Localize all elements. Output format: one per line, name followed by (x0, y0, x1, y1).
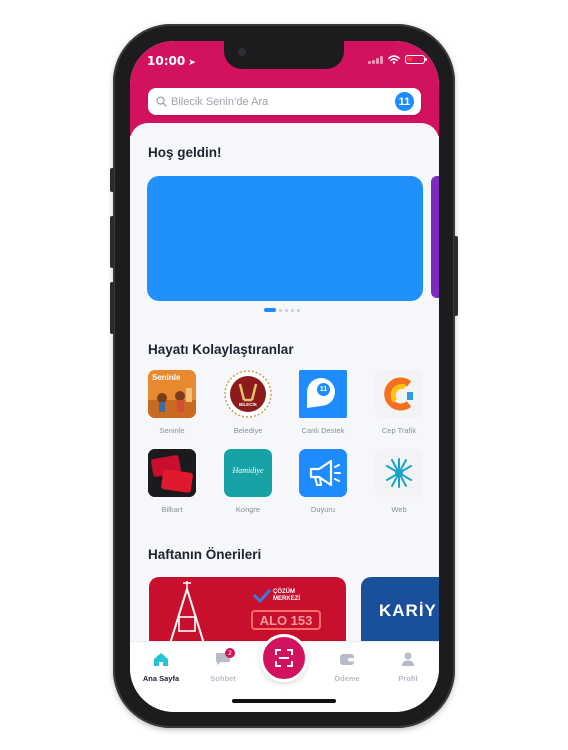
home-icon (154, 652, 168, 666)
suggestions-title: Haftanın Önerileri (148, 547, 262, 562)
quick-item-label: Belediye (233, 426, 263, 435)
volume-up-button (110, 216, 114, 268)
volume-down-button (110, 282, 114, 334)
canli-destek-tile-text: 11 (317, 383, 330, 396)
sohbet-badge: 2 (225, 648, 235, 658)
mute-switch (110, 168, 114, 192)
quick-item-duyuru[interactable]: Duyuru (293, 449, 353, 514)
bilkart-card-icon (148, 449, 196, 497)
home-content: Hoş geldin! Hayatı Kolaylaştıranlar Seni… (130, 123, 439, 667)
belediye-tile: BİLECİK (224, 370, 272, 418)
camera (238, 48, 246, 56)
carousel-card[interactable] (147, 176, 423, 301)
web-tile (375, 449, 423, 497)
location-arrow-icon: ➤ (188, 58, 196, 68)
carousel-dot[interactable] (285, 308, 288, 312)
carousel-dot-active[interactable] (264, 308, 276, 312)
battery-icon (405, 55, 427, 64)
tab-profil[interactable]: Profil (381, 650, 435, 683)
seninle-tile: Seninle (148, 370, 196, 418)
wifi-icon (388, 55, 400, 64)
welcome-title: Hoş geldin! (148, 145, 222, 160)
home-indicator[interactable] (232, 699, 336, 703)
search-icon (156, 96, 167, 107)
carousel-dot[interactable] (291, 308, 294, 312)
battery-level (407, 57, 412, 61)
quick-item-seninle[interactable]: Seninle Seninle (142, 370, 202, 435)
megaphone-icon (299, 449, 347, 497)
tab-label: Profil (398, 674, 418, 683)
quick-item-web[interactable]: Web (369, 449, 429, 514)
tab-ana-sayfa[interactable]: Ana Sayfa (134, 650, 188, 683)
status-icons (368, 55, 427, 64)
tab-label: Ana Sayfa (142, 674, 180, 683)
quick-item-label: Seninle (159, 426, 185, 435)
kongre-tile: Hamidiye (224, 449, 272, 497)
tab-label: Sohbet (210, 674, 236, 683)
seninle-tile-text: Seninle (152, 373, 181, 382)
quick-item-label: Duyuru (310, 505, 336, 514)
quick-item-belediye[interactable]: BİLECİK Belediye (218, 370, 278, 435)
cep-trafik-tile (375, 370, 423, 418)
quick-item-label: Cep Trafik (381, 426, 417, 435)
cellular-signal-icon (368, 55, 383, 64)
wallet-icon (340, 653, 354, 665)
app-header: 10:00 ➤ Bilecik Senin’de Ara 11 (130, 41, 439, 136)
cep-trafik-logo-icon (375, 370, 423, 418)
quick-item-label: Web (391, 505, 407, 514)
quick-item-kongre[interactable]: Hamidiye Kongre (218, 449, 278, 514)
status-time: 10:00 ➤ (147, 54, 196, 68)
app-screen: 10:00 ➤ Bilecik Senin’de Ara 11 Hoş geldi (130, 41, 439, 712)
carousel-dot[interactable] (297, 308, 300, 312)
quick-item-cep-trafik[interactable]: Cep Trafik (369, 370, 429, 435)
qr-scan-icon (275, 649, 293, 667)
quick-access-title: Hayatı Kolaylaştıranlar (148, 342, 294, 357)
web-snowflake-icon (375, 449, 423, 497)
scan-button[interactable] (260, 634, 308, 682)
carousel-pagination (264, 308, 300, 312)
search-logo-badge: 11 (395, 92, 414, 111)
belediye-tile-text: BİLECİK (239, 402, 257, 407)
search-bar[interactable]: Bilecik Senin’de Ara 11 (148, 88, 421, 115)
bilkart-tile (148, 449, 196, 497)
tab-sohbet[interactable]: 2 Sohbet (196, 648, 250, 683)
status-time-text: 10:00 (147, 54, 186, 68)
kongre-tile-text: Hamidiye (232, 466, 264, 475)
tab-odeme[interactable]: Ödeme (320, 650, 374, 683)
power-button (454, 236, 458, 316)
quick-item-label: Canlı Destek (301, 426, 345, 435)
profile-icon (402, 652, 414, 666)
quick-item-label: Kongre (235, 505, 261, 514)
tab-label: Ödeme (334, 674, 360, 683)
notch (224, 41, 344, 69)
alo-153-label: ALO 153 (251, 610, 321, 630)
carousel-next-card[interactable] (431, 176, 439, 298)
checkmark-heart-icon (253, 589, 271, 603)
duyuru-tile (299, 449, 347, 497)
bilecik-seal-icon (224, 370, 272, 418)
quick-item-bilkart[interactable]: Bilkart (142, 449, 202, 514)
carousel-dot[interactable] (279, 308, 282, 312)
search-placeholder: Bilecik Senin’de Ara (171, 95, 269, 108)
kariyer-text: KARİY (379, 601, 437, 620)
quick-item-canli-destek[interactable]: 11 Canlı Destek (293, 370, 353, 435)
quick-item-label: Bilkart (161, 505, 183, 514)
canli-destek-tile: 11 (299, 370, 347, 418)
cozum-merkezi-brand: ÇÖZÜM MERKEZİ (273, 589, 300, 602)
